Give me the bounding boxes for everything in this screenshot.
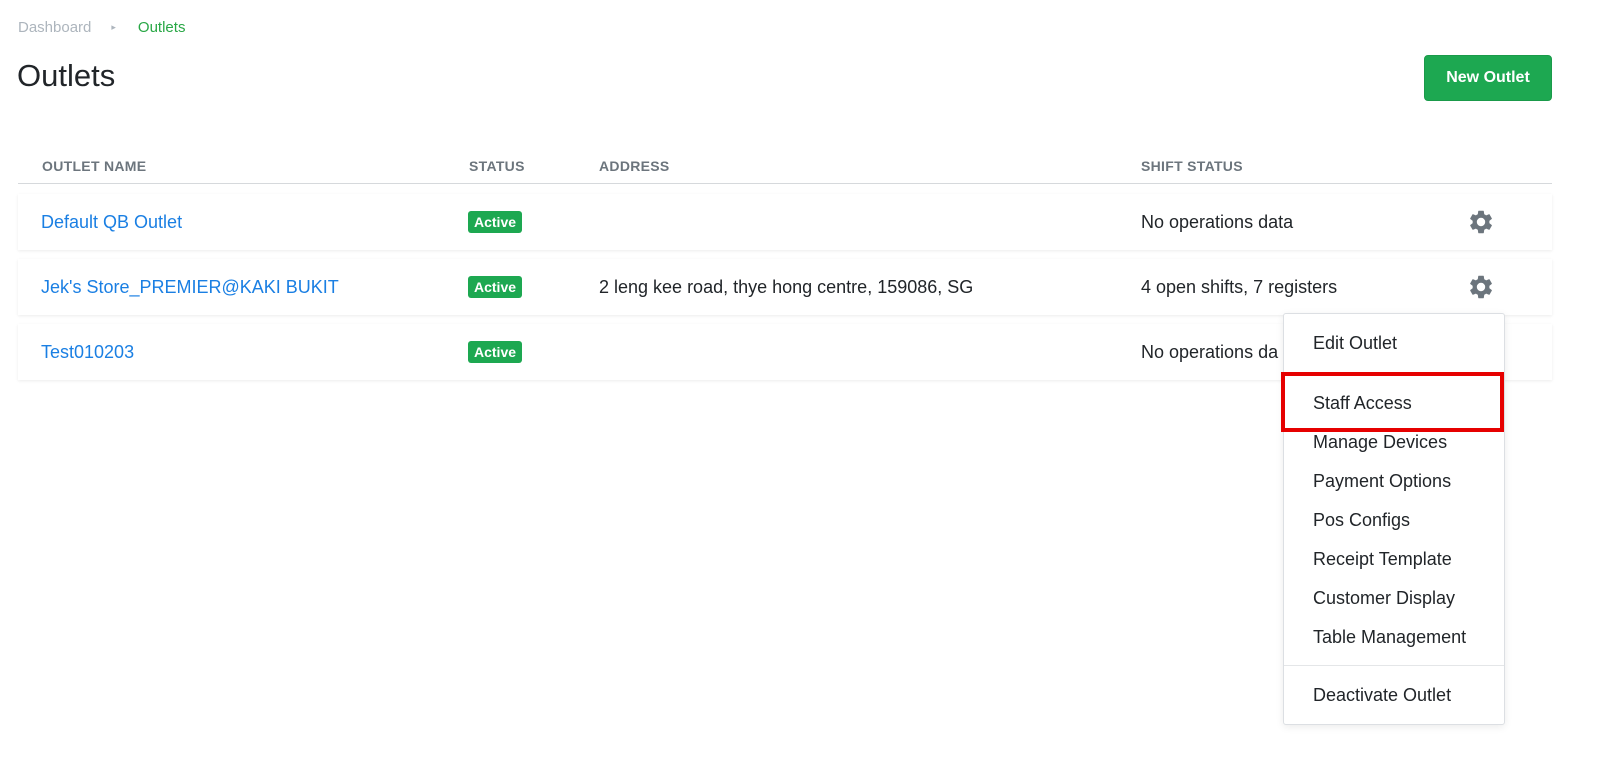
outlet-name-link[interactable]: Test010203 — [41, 342, 134, 363]
shift-status-cell: No operations data — [1141, 211, 1294, 232]
header-address[interactable]: ADDRESS — [599, 158, 670, 174]
shift-status-cell: 4 open shifts, 7 registers — [1141, 276, 1338, 297]
menu-divider — [1284, 372, 1504, 373]
menu-item-customer-display[interactable]: Customer Display — [1284, 587, 1504, 609]
menu-item-receipt-template[interactable]: Receipt Template — [1284, 548, 1504, 570]
gear-icon[interactable] — [1467, 273, 1495, 301]
breadcrumb-dashboard-link[interactable]: Dashboard — [18, 19, 91, 36]
menu-item-table-management[interactable]: Table Management — [1284, 626, 1504, 648]
header-outlet-name[interactable]: OUTLET NAME — [42, 158, 146, 174]
outlets-page: Dashboard ▸ Outlets Outlets New Outlet O… — [0, 0, 1617, 763]
status-badge: Active — [468, 211, 523, 233]
shift-status-cell: No operations da — [1141, 341, 1279, 362]
address-cell: 2 leng kee road, thye hong centre, 15908… — [599, 276, 974, 297]
menu-item-deactivate-outlet[interactable]: Deactivate Outlet — [1284, 684, 1504, 706]
breadcrumb: Dashboard ▸ Outlets — [18, 19, 185, 36]
breadcrumb-current: Outlets — [137, 19, 186, 36]
menu-item-payment-options[interactable]: Payment Options — [1284, 470, 1504, 492]
outlet-actions-menu: Edit Outlet Staff Access Manage Devices … — [1283, 313, 1505, 725]
gear-icon[interactable] — [1467, 208, 1495, 236]
table-row: Default QB Outlet Active No operations d… — [18, 194, 1552, 250]
new-outlet-button[interactable]: New Outlet — [1424, 55, 1552, 101]
outlet-name-link[interactable]: Default QB Outlet — [41, 212, 182, 233]
menu-divider — [1284, 665, 1504, 666]
page-title: Outlets — [17, 58, 116, 93]
menu-item-pos-configs[interactable]: Pos Configs — [1284, 509, 1504, 531]
table-header: OUTLET NAME STATUS ADDRESS SHIFT STATUS — [18, 150, 1552, 184]
menu-item-manage-devices[interactable]: Manage Devices — [1284, 431, 1504, 453]
menu-item-edit-outlet[interactable]: Edit Outlet — [1284, 332, 1504, 354]
outlet-name-link[interactable]: Jek's Store_PREMIER@KAKI BUKIT — [41, 277, 339, 298]
header-shift-status[interactable]: SHIFT STATUS — [1141, 158, 1243, 174]
status-badge: Active — [468, 276, 523, 298]
header-status[interactable]: STATUS — [469, 158, 525, 174]
status-badge: Active — [468, 341, 523, 363]
table-row: Jek's Store_PREMIER@KAKI BUKIT Active 2 … — [18, 259, 1552, 315]
breadcrumb-separator-icon: ▸ — [111, 22, 116, 32]
menu-item-staff-access[interactable]: Staff Access — [1284, 392, 1504, 414]
